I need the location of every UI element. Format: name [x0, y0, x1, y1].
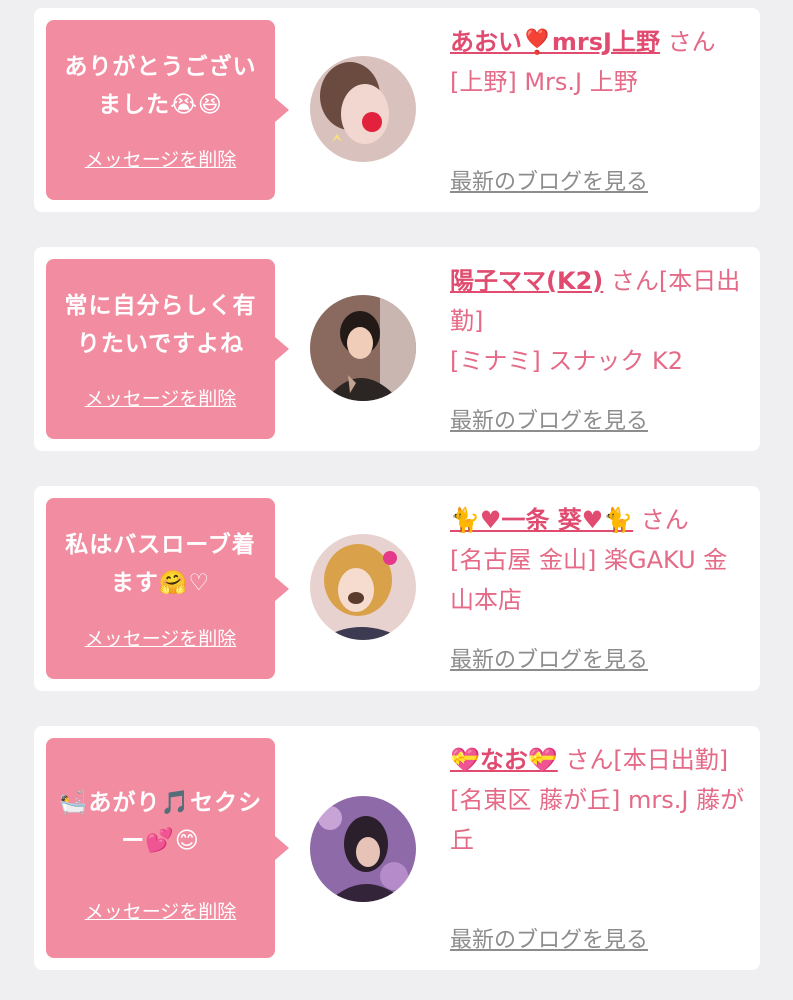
message-list: ありがとうございました😭😆 メッセージを削除 あおい❣️mrsJ上野 さん [上… — [0, 0, 793, 1000]
avatar[interactable] — [310, 796, 416, 902]
member-suffix: さん[本日出勤] — [565, 746, 729, 774]
member-info: 🐈♥一条 葵♥🐈 さん [名古屋 金山] 楽GAKU 金山本店 — [450, 500, 750, 620]
member-name-link[interactable]: 陽子ママ(K2) — [450, 267, 603, 295]
message-card: 🛀あがり🎵セクシー💕😊 メッセージを削除 💝なお💝 さん[本日出勤] [名東区 … — [34, 726, 760, 970]
message-bubble: 🛀あがり🎵セクシー💕😊 メッセージを削除 — [46, 738, 289, 958]
message-card: 常に自分らしく有りたいですよね メッセージを削除 陽子ママ(K2) さん[本日出… — [34, 247, 760, 451]
message-card: ありがとうございました😭😆 メッセージを削除 あおい❣️mrsJ上野 さん [上… — [34, 8, 760, 212]
message-bubble: ありがとうございました😭😆 メッセージを削除 — [46, 20, 289, 200]
latest-blog-link[interactable]: 最新のブログを見る — [450, 642, 648, 674]
message-bubble: 私はバスローブ着ます🤗♡ メッセージを削除 — [46, 498, 289, 679]
avatar[interactable] — [310, 295, 416, 401]
avatar[interactable] — [310, 534, 416, 640]
delete-message-link[interactable]: メッセージを削除 — [46, 897, 275, 924]
member-name-link[interactable]: あおい❣️mrsJ上野 — [450, 28, 660, 56]
shop-name: [名古屋 金山] 楽GAKU 金山本店 — [450, 546, 728, 614]
latest-blog-link[interactable]: 最新のブログを見る — [450, 922, 648, 954]
message-text: 常に自分らしく有りたいですよね — [64, 293, 257, 357]
member-info: あおい❣️mrsJ上野 さん [上野] Mrs.J 上野 — [450, 22, 750, 102]
shop-name: [ミナミ] スナック K2 — [450, 347, 683, 375]
member-name-line: 🐈♥一条 葵♥🐈 さん — [450, 500, 750, 540]
latest-blog-link[interactable]: 最新のブログを見る — [450, 403, 648, 435]
avatar-photo — [310, 534, 416, 640]
delete-message-link[interactable]: メッセージを削除 — [46, 624, 275, 651]
message-text: ありがとうございました😭😆 — [64, 54, 257, 118]
shop-name: [上野] Mrs.J 上野 — [450, 68, 638, 96]
member-name-link[interactable]: 💝なお💝 — [450, 746, 558, 774]
member-info: 💝なお💝 さん[本日出勤] [名東区 藤が丘] mrs.J 藤が丘 — [450, 740, 750, 860]
member-name-line: あおい❣️mrsJ上野 さん — [450, 22, 750, 62]
delete-message-link[interactable]: メッセージを削除 — [46, 145, 275, 172]
delete-message-link[interactable]: メッセージを削除 — [46, 384, 275, 411]
avatar-photo — [310, 796, 416, 902]
avatar-photo — [310, 295, 416, 401]
shop-name: [名東区 藤が丘] mrs.J 藤が丘 — [450, 786, 745, 854]
member-name-line: 💝なお💝 さん[本日出勤] — [450, 740, 750, 780]
message-text: 私はバスローブ着ます🤗♡ — [65, 532, 256, 596]
avatar-photo — [310, 56, 416, 162]
message-text: 🛀あがり🎵セクシー💕😊 — [58, 790, 263, 854]
message-card: 私はバスローブ着ます🤗♡ メッセージを削除 🐈♥一条 葵♥🐈 さん [名古屋 金… — [34, 486, 760, 691]
member-suffix: さん — [667, 28, 716, 56]
member-info: 陽子ママ(K2) さん[本日出勤] [ミナミ] スナック K2 — [450, 261, 750, 381]
latest-blog-link[interactable]: 最新のブログを見る — [450, 164, 648, 196]
avatar[interactable] — [310, 56, 416, 162]
member-name-line: 陽子ママ(K2) さん[本日出勤] — [450, 261, 750, 341]
member-name-link[interactable]: 🐈♥一条 葵♥🐈 — [450, 506, 633, 534]
member-suffix: さん — [640, 506, 689, 534]
message-bubble: 常に自分らしく有りたいですよね メッセージを削除 — [46, 259, 289, 439]
